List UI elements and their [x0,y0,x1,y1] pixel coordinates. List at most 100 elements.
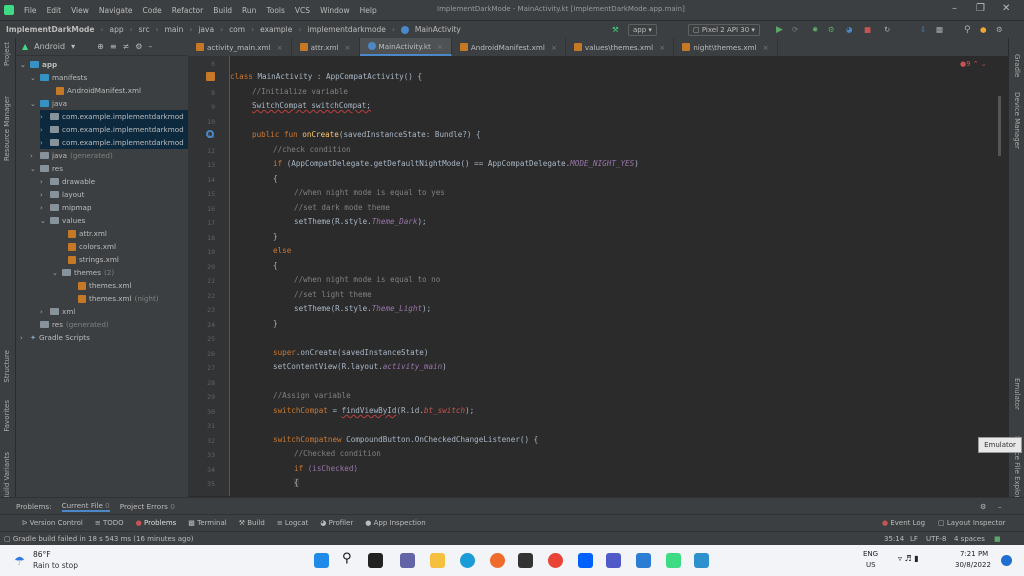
dropbox-icon[interactable] [578,553,593,568]
tree-item-themes-night[interactable]: themes.xml (night) [78,292,159,305]
task-view-icon[interactable] [368,553,383,568]
tab-activity-main[interactable]: activity_main.xml × [188,38,292,56]
todo-button[interactable]: ≡ TODO [95,519,124,527]
stop-icon[interactable]: ■ [864,25,871,34]
tree-item-package-2[interactable]: › com.example.implementdarkmod [40,123,188,136]
profiler-icon[interactable]: ◕ [846,25,853,34]
profiler-button[interactable]: ◕ Profiler [320,519,353,527]
weather-temp[interactable]: 86°F [33,550,51,559]
expand-all-icon[interactable]: ≡ [110,42,117,51]
settings-icon[interactable]: ⚙ [996,25,1003,34]
network-icon[interactable]: ▿ ♬ ▮ [898,554,919,563]
tree-item-values[interactable]: ⌄ values [40,214,85,227]
updates-icon[interactable]: ● [980,25,987,34]
tree-item-package-3[interactable]: › com.example.implementdarkmod [40,136,188,149]
chrome-icon[interactable] [548,553,563,568]
tree-item-res-generated[interactable]: res (generated) [30,318,109,331]
tab-androidmanifest[interactable]: AndroidManifest.xml × [452,38,566,56]
tab-mainactivity[interactable]: MainActivity.kt × [359,38,452,56]
run-config-dropdown[interactable]: app ▾ [628,23,657,36]
structure-tool-button[interactable]: Structure [3,350,11,383]
tree-item-java-generated[interactable]: › java (generated) [30,149,113,162]
menu-build[interactable]: Build [213,6,232,15]
file-explorer-icon[interactable] [430,553,445,568]
menu-help[interactable]: Help [360,6,377,15]
breadcrumb-main[interactable]: main [165,25,184,34]
editor-scrollbar[interactable] [998,96,1001,156]
status-message[interactable]: ▢ Gradle build failed in 18 s 543 ms (16… [4,535,193,543]
collapse-all-icon[interactable]: ≠ [123,42,130,51]
problems-button[interactable]: ● Problems [136,519,177,527]
tab-project-errors[interactable]: Project Errors 0 [120,502,175,511]
lock-icon[interactable]: ■ [994,535,1001,543]
breadcrumb-java[interactable]: java [198,25,214,34]
sync-icon[interactable]: ↻ [884,25,890,34]
photos-icon[interactable] [694,553,709,568]
clock-time[interactable]: 7:21 PM [960,550,988,558]
gear-icon[interactable]: ⚙ [135,42,142,51]
breadcrumb-com[interactable]: com [229,25,245,34]
tree-item-layout[interactable]: › layout [40,188,84,201]
tab-values-themes[interactable]: values\themes.xml × [566,38,675,56]
gradle-tool-button[interactable]: Gradle [1013,54,1021,77]
build-variants-tool-button[interactable]: Build Variants [3,452,11,500]
tree-item-colors[interactable]: colors.xml [68,240,116,253]
build-button[interactable]: ⚒ Build [239,519,265,527]
tree-item-mipmap[interactable]: › mipmap [40,201,92,214]
weather-desc[interactable]: Rain to stop [33,561,78,570]
layout-inspector-button[interactable]: ▢ Layout Inspector [938,519,1006,527]
clock-date[interactable]: 30/8/2022 [955,561,991,569]
project-tool-button[interactable]: Project [3,42,11,66]
terminal-button[interactable]: ▩ Terminal [188,519,226,527]
attach-icon[interactable]: ⚙ [828,25,835,34]
resource-manager-tool-button[interactable]: Resource Manager [3,96,11,161]
notification-icon[interactable] [1001,555,1012,566]
notion-icon[interactable] [518,553,533,568]
menu-vcs[interactable]: VCS [295,6,310,15]
tree-item-java[interactable]: ⌄ java [30,97,67,110]
input-language[interactable]: ENG [863,550,878,558]
hide-icon[interactable]: – [998,502,1002,511]
breadcrumb-package[interactable]: implementdarkmode [307,25,386,34]
run-gutter-icon[interactable] [206,72,215,81]
tree-item-androidmanifest[interactable]: AndroidManifest.xml [56,84,141,97]
error-indicator[interactable]: ●9 ⌃ ⌄ [960,60,987,68]
firefox-icon[interactable] [490,553,505,568]
device-manager-icon[interactable]: ▩ [936,25,943,34]
encoding[interactable]: UTF-8 [926,535,946,543]
breadcrumb-project[interactable]: ImplementDarkMode [6,25,95,34]
tree-item-gradle-scripts[interactable]: › ✦ Gradle Scripts [20,331,90,344]
teams-chat-icon[interactable] [400,553,415,568]
cursor-position[interactable]: 35:14 [884,535,904,543]
emulator-tool-button[interactable]: Emulator [1013,378,1021,410]
event-log-button[interactable]: ● Event Log [882,519,925,527]
settings-icon[interactable]: ⚙ [980,502,986,511]
menu-code[interactable]: Code [143,6,162,15]
menu-run[interactable]: Run [242,6,256,15]
android-studio-taskbar-icon[interactable] [666,553,681,568]
edge-icon[interactable] [460,553,475,568]
menu-window[interactable]: Window [320,6,350,15]
logcat-button[interactable]: ≡ Logcat [277,519,308,527]
menu-navigate[interactable]: Navigate [99,6,133,15]
locate-icon[interactable]: ⊕ [97,42,104,51]
tab-attr[interactable]: attr.xml × [292,38,360,56]
minimize-button[interactable]: – [952,3,957,14]
debug-icon[interactable]: ✹ [812,25,818,34]
tree-item-themes-xml[interactable]: themes.xml [78,279,132,292]
tree-item-app[interactable]: ⌄ app [20,58,57,71]
input-region[interactable]: US [866,561,876,569]
project-view-selector[interactable]: Android [34,42,65,51]
sdk-manager-icon[interactable]: ⇩ [920,25,926,34]
menu-file[interactable]: File [24,6,37,15]
device-manager-tool-button[interactable]: Device Manager [1013,92,1021,149]
tab-night-themes[interactable]: night\themes.xml × [674,38,778,56]
breadcrumb-src[interactable]: src [139,25,150,34]
hide-panel-icon[interactable]: – [148,42,152,51]
close-tab-icon[interactable]: × [551,43,557,52]
close-tab-icon[interactable]: × [763,43,769,52]
word-icon[interactable] [636,553,651,568]
close-button[interactable]: ✕ [1002,3,1010,14]
breadcrumb-example[interactable]: example [260,25,292,34]
indent[interactable]: 4 spaces [954,535,985,543]
